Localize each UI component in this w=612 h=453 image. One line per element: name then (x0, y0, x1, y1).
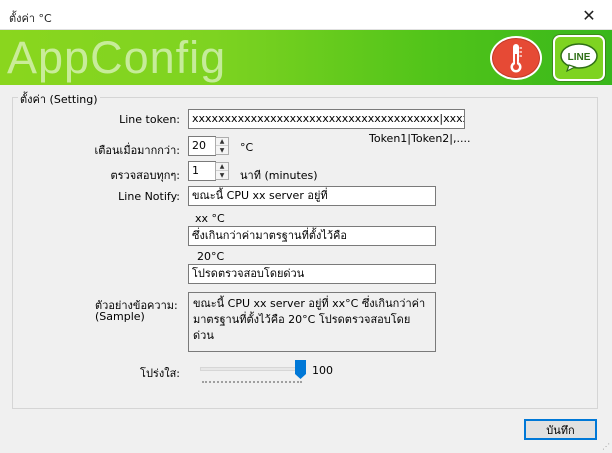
app-logo: AppConfig (7, 32, 227, 83)
sample-preview: ขณะนี้ CPU xx server อยู่ที่ xx°C ซึ่งเก… (188, 292, 436, 352)
alert-threshold-label: เตือนเมื่อมากกว่า: (94, 144, 180, 157)
window-title: ตั้งค่า °C (9, 12, 52, 25)
settings-group-title: ตั้งค่า (Setting) (18, 90, 100, 108)
close-icon[interactable]: ✕ (566, 0, 612, 30)
notify-line1-input[interactable]: ขณะนี้ CPU xx server อยู่ที่ (188, 186, 436, 206)
resize-grip-icon: ⋰ (602, 442, 610, 451)
alert-threshold-input[interactable]: 20 (188, 136, 216, 156)
notify-hint2: 20°C (197, 250, 225, 263)
opacity-slider-thumb[interactable] (295, 360, 306, 379)
opacity-slider-ticks (202, 381, 302, 384)
save-button[interactable]: บันทึก (524, 419, 597, 440)
line-logo-icon: LINE (560, 43, 598, 73)
title-bar: ตั้งค่า °C ✕ (0, 0, 612, 30)
line-token-input[interactable]: xxxxxxxxxxxxxxxxxxxxxxxxxxxxxxxxxxxxxx|x… (188, 109, 465, 129)
notify-hint1: xx °C (195, 212, 225, 225)
spin-up-icon[interactable]: ▲ (216, 163, 228, 171)
line-token-label: Line token: (119, 113, 180, 126)
line-notify-label: Line Notify: (118, 190, 180, 203)
spin-up-icon[interactable]: ▲ (216, 138, 228, 146)
opacity-slider-track[interactable] (200, 367, 306, 371)
thermometer-icon (510, 44, 522, 73)
opacity-label: โปร่งใส: (140, 367, 180, 380)
check-interval-label: ตรวจสอบทุกๆ: (110, 169, 180, 182)
spin-down-icon[interactable]: ▼ (216, 146, 228, 154)
notify-line3-input[interactable]: โปรดตรวจสอบโดยด่วน (188, 264, 436, 284)
token-hint: Token1|Token2|,.... (369, 132, 471, 145)
thermometer-button[interactable] (490, 36, 542, 80)
line-button[interactable]: LINE (553, 35, 605, 81)
alert-threshold-stepper[interactable]: ▲ ▼ (215, 137, 229, 155)
sample-label-en: (Sample) (95, 310, 145, 323)
check-interval-unit: นาที (minutes) (240, 169, 318, 182)
notify-line2-input[interactable]: ซึ่งเกินกว่าค่ามาตรฐานที่ตั้งไว้คือ (188, 226, 436, 246)
alert-unit: °C (240, 141, 254, 154)
opacity-value: 100 (312, 364, 333, 377)
svg-text:LINE: LINE (568, 52, 591, 63)
app-banner: AppConfig LINE (0, 30, 612, 85)
check-interval-stepper[interactable]: ▲ ▼ (215, 162, 229, 180)
spin-down-icon[interactable]: ▼ (216, 171, 228, 179)
check-interval-input[interactable]: 1 (188, 161, 216, 181)
